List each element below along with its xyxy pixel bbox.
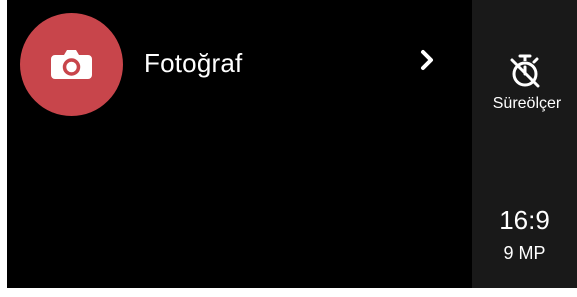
photo-mode-row[interactable]: Fotoğraf: [7, 0, 472, 128]
resolution-value: 9 MP: [503, 243, 546, 263]
aspect-ratio-value: 16:9: [499, 205, 550, 235]
timer-off-icon: [510, 54, 540, 88]
photo-mode-badge: [20, 13, 123, 116]
mode-panel: Fotoğraf: [7, 0, 472, 288]
quick-settings-panel: Süreölçer 16:9 9 MP: [472, 0, 577, 288]
camera-settings-screen: Fotoğraf Süreölçer 16:9 9 MP: [7, 0, 577, 288]
aspect-ratio-button[interactable]: 16:9 9 MP: [472, 200, 577, 275]
timer-label: Süreölçer: [492, 95, 562, 112]
camera-icon: [51, 50, 92, 79]
mode-label: Fotoğraf: [144, 48, 243, 78]
chevron-right-icon: [421, 50, 433, 70]
timer-button[interactable]: Süreölçer: [472, 40, 577, 140]
